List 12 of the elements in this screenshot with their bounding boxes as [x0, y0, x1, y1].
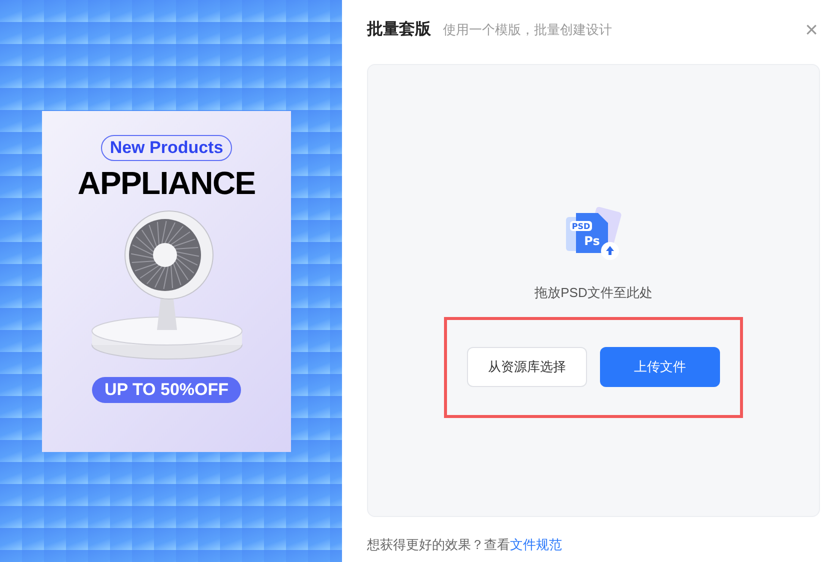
poster-headline: APPLIANCE: [78, 165, 256, 201]
close-button[interactable]: ×: [805, 19, 818, 41]
drop-hint: 拖放PSD文件至此处: [534, 284, 652, 302]
library-button[interactable]: 从资源库选择: [467, 347, 587, 387]
drop-zone[interactable]: PSD Ps 拖放PSD文件至此处 从资源库选择 上传文件: [367, 64, 820, 517]
offer-badge: UP TO 50%OFF: [92, 377, 241, 403]
poster-badge: New Products: [100, 135, 232, 161]
upload-button[interactable]: 上传文件: [600, 347, 720, 387]
file-spec-link[interactable]: 文件规范: [510, 537, 562, 552]
dialog-title: 批量套版: [367, 20, 431, 40]
dialog-subtitle: 使用一个模版，批量创建设计: [443, 21, 612, 40]
footer-text: 想获得更好的效果？查看: [367, 537, 510, 552]
